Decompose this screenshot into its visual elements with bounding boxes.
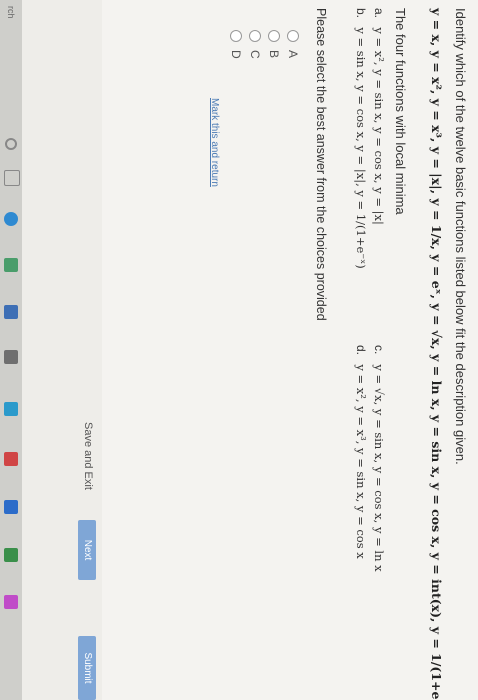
- option-a: a. y = x², y = sin x, y = cos x, y = |x|: [372, 8, 386, 225]
- radio-button[interactable]: [230, 30, 242, 42]
- task-view-icon[interactable]: [4, 170, 20, 186]
- choice-label: C: [248, 50, 262, 59]
- radio-button[interactable]: [249, 30, 261, 42]
- option-text: y = x², y = x³, y = sin x, y = cos x: [354, 364, 368, 559]
- taskbar-search-label[interactable]: rch: [6, 6, 16, 19]
- option-d: d. y = x², y = x³, y = sin x, y = cos x: [354, 345, 368, 559]
- radio-button[interactable]: [287, 30, 299, 42]
- store-icon[interactable]: [4, 305, 18, 319]
- option-letter: d.: [354, 345, 368, 356]
- option-letter: c.: [372, 345, 386, 355]
- taskbar: rch: [0, 0, 22, 700]
- save-and-exit-link[interactable]: Save and Exit: [82, 422, 94, 490]
- choice-label: A: [286, 50, 300, 59]
- file-explorer-icon[interactable]: [4, 258, 18, 272]
- question-description: The four functions with local minima: [393, 8, 408, 215]
- settings-icon[interactable]: [4, 350, 18, 364]
- footer-bar: [22, 0, 102, 700]
- choice-label: D: [229, 50, 243, 59]
- submit-button[interactable]: Submit: [78, 636, 96, 700]
- option-letter: a.: [372, 8, 386, 19]
- app-icon-5[interactable]: [4, 402, 18, 416]
- next-button[interactable]: Next: [78, 520, 96, 580]
- option-text: y = sin x, y = cos x, y = |x|, y = 1/(1+…: [354, 27, 368, 269]
- choice-d[interactable]: D: [229, 30, 243, 59]
- app-icon-8[interactable]: [4, 548, 18, 562]
- question-prompt: Identify which of the twelve basic funct…: [453, 8, 468, 465]
- choice-a[interactable]: A: [286, 30, 300, 58]
- choice-label: B: [267, 50, 281, 59]
- app-icon-7[interactable]: [4, 500, 18, 514]
- option-text: y = x², y = sin x, y = cos x, y = |x|: [372, 27, 386, 225]
- option-c: c. y = √x, y = sin x, y = cos x, y = ln …: [372, 345, 386, 572]
- app-icon-9[interactable]: [4, 595, 18, 609]
- option-letter: b.: [354, 8, 368, 19]
- option-b: b. y = sin x, y = cos x, y = |x|, y = 1/…: [354, 8, 368, 269]
- option-text: y = √x, y = sin x, y = cos x, y = ln x: [372, 364, 386, 572]
- choice-b[interactable]: B: [267, 30, 281, 58]
- radio-button[interactable]: [268, 30, 280, 42]
- cortana-icon[interactable]: [5, 138, 17, 150]
- screen: Identify which of the twelve basic funct…: [22, 0, 478, 700]
- mark-and-return-link[interactable]: Mark this and return: [209, 98, 220, 187]
- choice-c[interactable]: C: [248, 30, 262, 59]
- function-list: y = x, y = x², y = x³, y = |x|, y = 1/x,…: [429, 8, 444, 700]
- instruction-text: Please select the best answer from the c…: [314, 8, 328, 321]
- edge-browser-icon[interactable]: [4, 212, 18, 226]
- question-panel: Identify which of the twelve basic funct…: [22, 0, 478, 700]
- app-icon-6[interactable]: [4, 452, 18, 466]
